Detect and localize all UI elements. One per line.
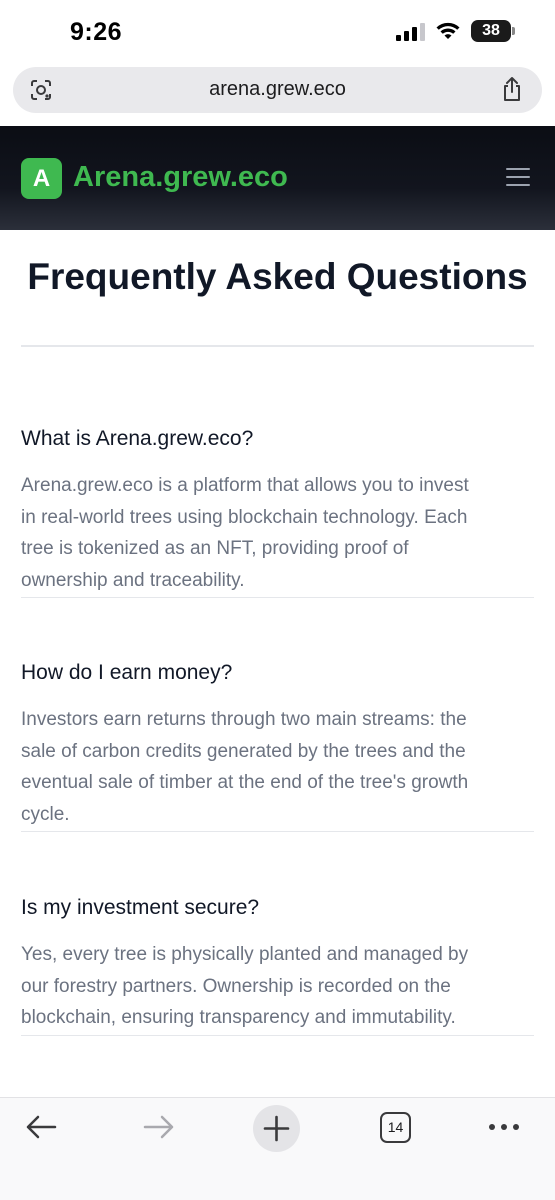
faq-question: Is my investment secure?	[21, 896, 260, 919]
site-name[interactable]: Arena.grew.eco	[73, 161, 288, 194]
faq-item: What is Arena.grew.eco? Arena.grew.eco i…	[21, 425, 534, 598]
battery-icon: 38	[471, 20, 515, 42]
faq-question: What is Arena.grew.eco?	[21, 427, 254, 450]
battery-level: 38	[482, 22, 500, 39]
wifi-icon	[436, 22, 460, 39]
more-options-icon[interactable]	[488, 1122, 520, 1132]
cellular-signal-icon	[396, 21, 425, 41]
hamburger-menu-icon[interactable]	[506, 168, 530, 188]
logo-badge[interactable]: A	[21, 158, 62, 199]
faq-divider	[21, 597, 534, 598]
status-time: 9:26	[70, 18, 123, 46]
forward-arrow-icon[interactable]	[142, 1112, 176, 1142]
url-text[interactable]: arena.grew.eco	[13, 78, 542, 101]
address-bar[interactable]: arena.grew.eco	[13, 67, 542, 113]
title-divider	[21, 345, 534, 347]
faq-answer: Arena.grew.eco is a platform that allows…	[21, 475, 469, 591]
status-icons: 38	[396, 20, 515, 42]
page-title: Frequently Asked Questions	[27, 256, 528, 297]
browser-toolbar: 14	[0, 1097, 555, 1200]
site-header: A Arena.grew.eco	[0, 126, 555, 230]
back-arrow-icon[interactable]	[24, 1112, 58, 1142]
status-bar: 9:26 38	[0, 0, 555, 64]
faq-answer: Investors earn returns through two main …	[21, 709, 469, 825]
faq-divider	[21, 1034, 534, 1036]
share-icon[interactable]	[500, 76, 524, 102]
faq-divider	[21, 831, 534, 832]
plus-icon	[263, 1115, 290, 1142]
faq-item: How do I earn money? Investors earn retu…	[21, 659, 534, 832]
faq-answer: Yes, every tree is physically planted an…	[21, 944, 469, 1028]
new-tab-button[interactable]	[253, 1105, 300, 1152]
faq-item: Is my investment secure? Yes, every tree…	[21, 894, 534, 1036]
tabs-count-button[interactable]: 14	[380, 1112, 411, 1143]
faq-question: How do I earn money?	[21, 661, 233, 684]
